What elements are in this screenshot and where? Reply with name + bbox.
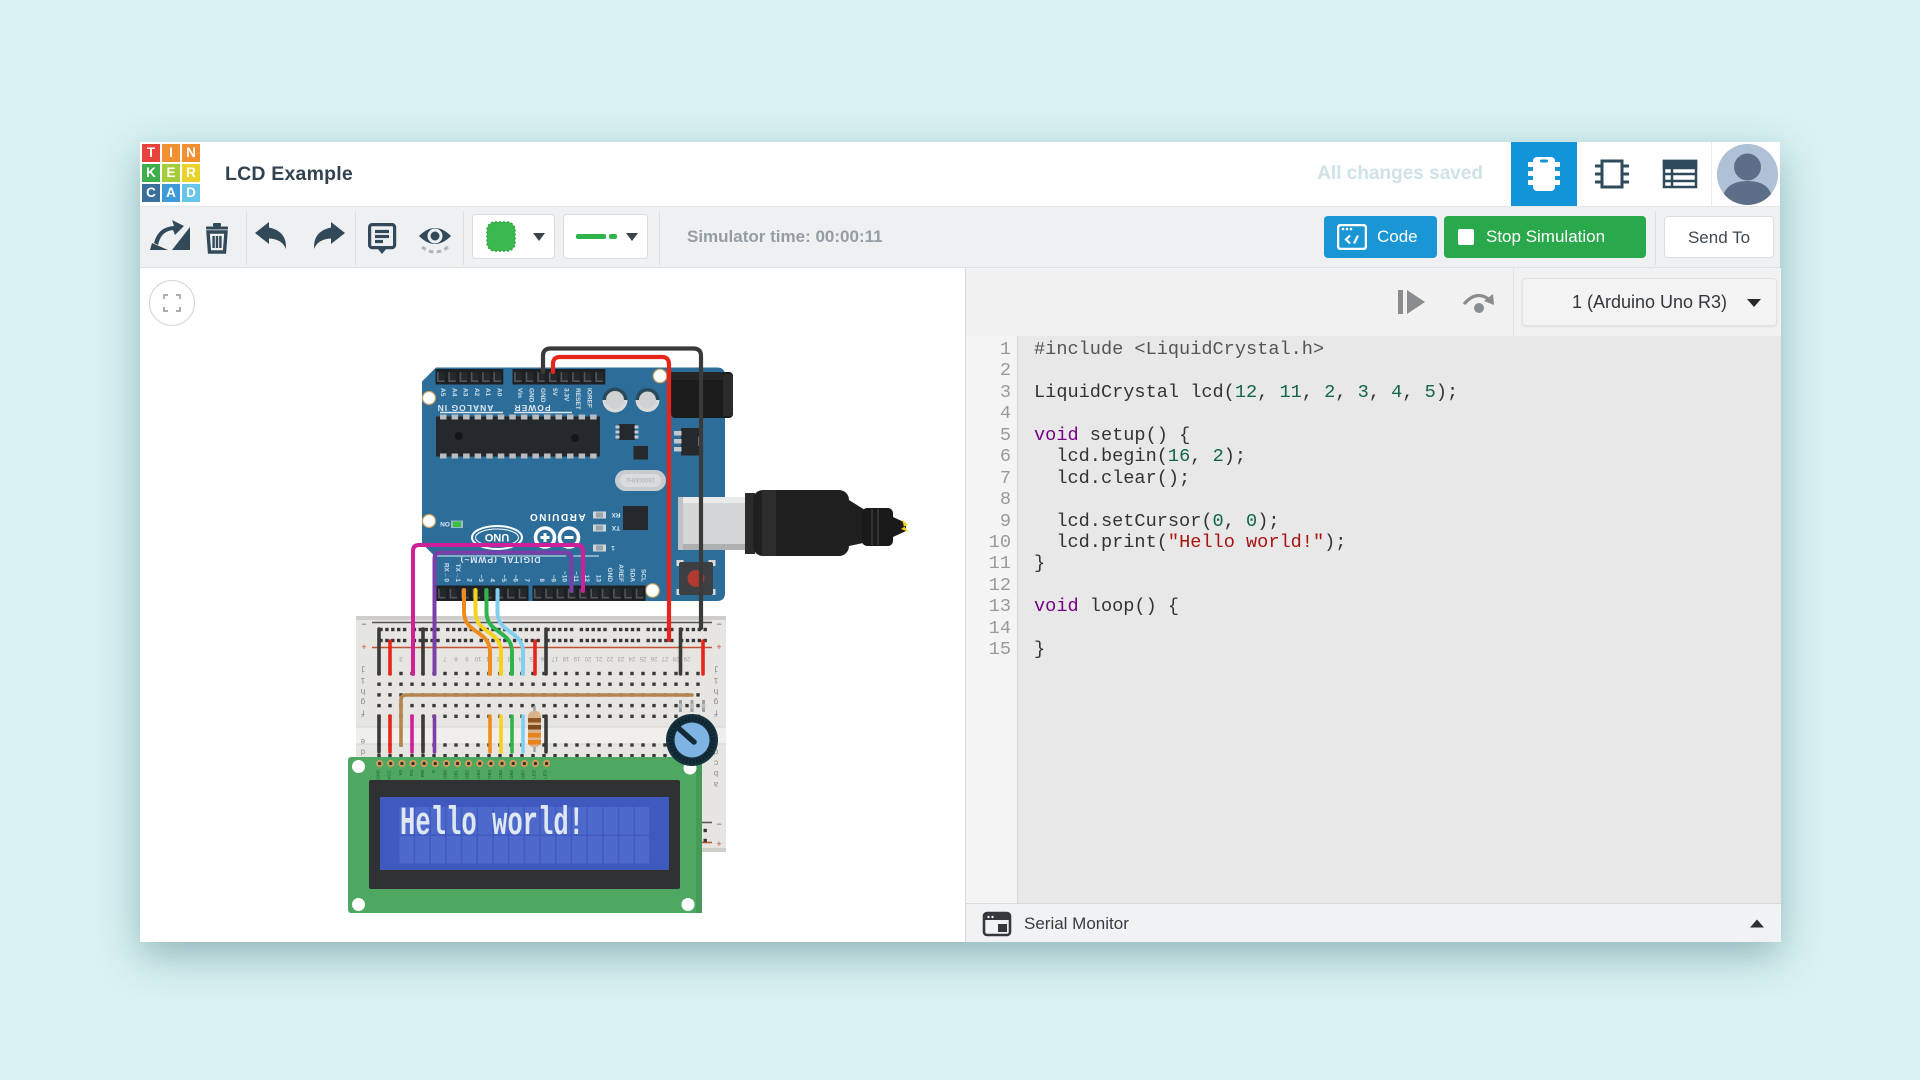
svg-text:22: 22 [606,655,613,661]
svg-text:2: 2 [466,578,473,582]
svg-text:~5: ~5 [500,575,507,583]
svg-text:−: − [716,819,721,829]
svg-text:GND: GND [606,568,613,583]
svg-text:13: 13 [595,575,602,583]
svg-text:7: 7 [523,578,530,582]
svg-text:5V: 5V [551,388,558,397]
svg-text:RX: RX [611,511,621,518]
svg-text:A0: A0 [496,388,503,397]
svg-text:19: 19 [573,655,580,661]
svg-text:~9: ~9 [549,575,556,583]
svg-text:TX→1: TX→1 [454,564,461,583]
svg-text:i: i [713,675,718,684]
svg-text:a: a [713,779,718,788]
svg-text:f: f [360,707,365,716]
svg-text:g: g [360,697,365,706]
svg-text:26: 26 [650,655,657,661]
svg-text:ARDUINO: ARDUINO [528,511,585,522]
svg-text:RS: RS [409,770,414,776]
svg-text:A3: A3 [462,388,469,397]
svg-text:h: h [713,686,718,695]
svg-text:GND: GND [376,769,381,780]
svg-text:−: − [716,619,721,629]
svg-text:27: 27 [661,655,668,661]
svg-text:POWER: POWER [513,403,550,413]
svg-text:3.3V: 3.3V [562,388,569,402]
svg-text:DB0: DB0 [442,770,447,779]
svg-text:A2: A2 [473,388,480,397]
svg-text:GND: GND [528,388,535,403]
svg-text:V0: V0 [398,770,403,776]
svg-text:10: 10 [474,655,481,661]
svg-text:A1: A1 [484,388,491,397]
svg-text:+: + [716,839,721,849]
svg-text:e: e [360,736,365,745]
svg-text:~3: ~3 [477,575,484,583]
svg-text:25: 25 [639,655,646,661]
svg-text:TX: TX [611,524,620,531]
svg-text:18: 18 [562,655,569,661]
svg-text:24: 24 [628,655,635,661]
svg-text:20: 20 [584,655,591,661]
svg-text:LED: LED [543,769,548,779]
svg-text:RW: RW [420,769,425,777]
svg-text:ON: ON [440,520,450,527]
svg-text:+: + [361,642,366,652]
svg-text:h: h [360,686,365,695]
svg-text:8: 8 [538,578,545,582]
svg-text:DB5: DB5 [498,770,503,779]
svg-text:~6: ~6 [512,575,519,583]
svg-text:b: b [713,768,718,777]
svg-text:23: 23 [617,655,624,661]
svg-text:SDA: SDA [628,568,635,582]
svg-text:1: 1 [611,544,615,551]
svg-text:A5: A5 [439,388,446,397]
svg-text:E: E [431,770,436,773]
svg-text:~10: ~10 [561,571,568,582]
svg-text:−: − [361,619,366,629]
svg-text:j: j [714,665,719,674]
svg-text:GND: GND [539,388,546,403]
svg-text:DB1: DB1 [454,770,459,779]
svg-text:17: 17 [551,655,558,661]
svg-text:21: 21 [595,655,602,661]
svg-text:AREF: AREF [617,564,624,582]
svg-text:DB3: DB3 [476,770,481,779]
svg-text:RX←0: RX←0 [443,563,450,583]
svg-text:UNO: UNO [484,531,509,543]
svg-text:VCC: VCC [387,769,392,779]
svg-text:DB6: DB6 [509,770,514,779]
svg-text:Hello world!: Hello world! [400,802,584,847]
svg-text:A4: A4 [450,388,457,397]
svg-text:+: + [716,642,721,652]
svg-text:LED: LED [531,769,536,779]
svg-text:16000MHz: 16000MHz [626,476,655,482]
svg-text:f: f [713,707,718,716]
svg-text:i: i [360,675,365,684]
svg-text:j: j [361,665,366,674]
svg-text:DB7: DB7 [520,770,525,779]
svg-text:29: 29 [683,655,690,661]
svg-text:Vin: Vin [516,388,523,398]
svg-text:DB2: DB2 [465,770,470,779]
svg-text:SCL: SCL [640,569,647,582]
svg-text:28: 28 [672,655,679,661]
svg-text:g: g [713,697,718,706]
svg-text:ANALOG IN: ANALOG IN [437,403,494,413]
svg-text:RESET: RESET [574,388,581,410]
svg-text:d: d [360,747,365,756]
svg-text:IOREF: IOREF [586,388,593,408]
svg-text:DB4: DB4 [487,770,492,779]
svg-text:c: c [713,757,718,766]
svg-text:4: 4 [489,578,496,582]
